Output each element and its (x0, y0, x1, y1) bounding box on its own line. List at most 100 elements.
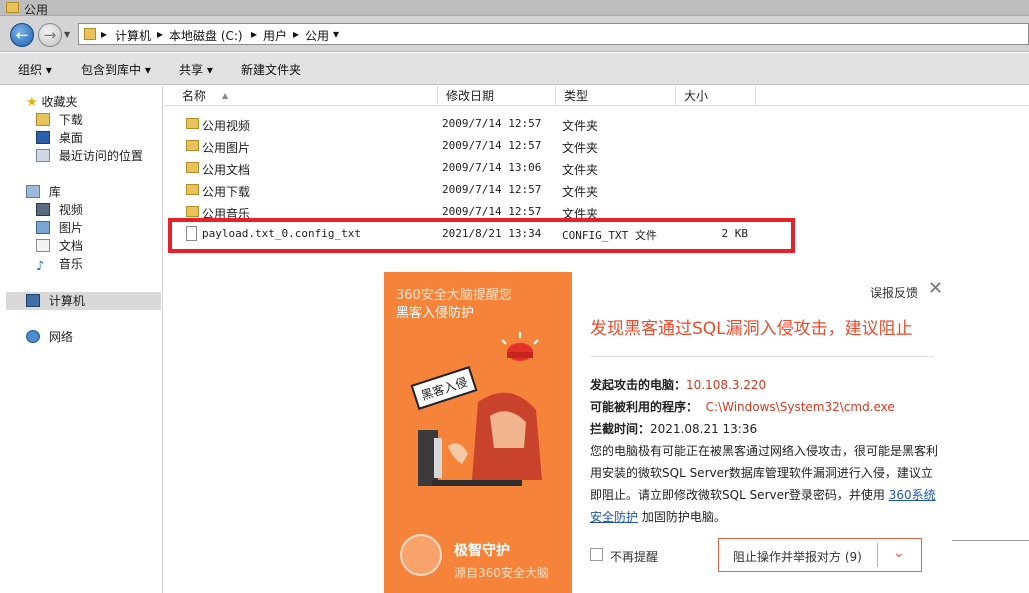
file-date: 2009/7/14 12:57 (442, 205, 542, 218)
nav-pictures[interactable]: 图片 (36, 220, 83, 236)
crumb-separator-icon[interactable]: ▸ (157, 27, 163, 41)
breadcrumb-local-disk[interactable]: 本地磁盘 (C:) (169, 27, 243, 44)
computer-icon (26, 294, 40, 307)
alert-content: 误报反馈 ✕ 发现黑客通过SQL漏洞入侵攻击，建议阻止 发起攻击的电脑：10.1… (572, 272, 952, 593)
nav-network-label: 网络 (48, 330, 73, 344)
music-note-icon: ♪ (36, 259, 45, 274)
close-icon[interactable]: ✕ (928, 278, 943, 299)
attacker-ip: 10.108.3.220 (686, 378, 767, 392)
column-header: 名称 ▲ 修改日期 类型 大小 (164, 86, 1029, 106)
command-toolbar: 组织 ▾ 包含到库中 ▾ 共享 ▾ 新建文件夹 (0, 53, 1029, 85)
list-item[interactable]: 公用下载 2009/7/14 12:57 文件夹 (164, 179, 1029, 201)
breadcrumb-public[interactable]: 公用 (305, 27, 329, 44)
folder-icon (186, 140, 199, 151)
window-titlebar: 公用 (0, 0, 1029, 17)
address-row: ← → ▼ ▸ 计算机 ▸ 本地磁盘 (C:) ▸ 用户 ▸ 公用 ▾ (0, 16, 1029, 52)
nav-videos[interactable]: 视频 (36, 202, 83, 218)
sort-ascending-icon: ▲ (222, 91, 229, 100)
desktop-icon (36, 131, 50, 144)
recent-places-icon (36, 149, 50, 162)
nav-downloads[interactable]: 下载 (36, 112, 83, 128)
nav-desktop[interactable]: 桌面 (36, 130, 83, 146)
hacker-illustration-icon: 黑客入侵 (410, 332, 542, 486)
nav-pictures-label: 图片 (58, 221, 83, 235)
navigation-pane: ★ 收藏夹 下载 桌面 最近访问的位置 库 视频 图片 文档 ♪ 音乐 计算机 … (0, 86, 163, 593)
nav-libraries-label: 库 (48, 185, 61, 199)
nav-music-label: 音乐 (58, 257, 83, 271)
column-name[interactable]: 名称 ▲ (174, 86, 438, 106)
list-item[interactable]: 公用视频 2009/7/14 12:57 文件夹 (164, 113, 1029, 135)
picture-icon (36, 221, 50, 234)
list-item[interactable]: 公用图片 2009/7/14 12:57 文件夹 (164, 135, 1029, 157)
folder-icon (186, 162, 199, 173)
document-icon (36, 239, 50, 252)
block-and-report-button[interactable]: 阻止操作并举报对方 (9) ⌄ (718, 538, 922, 572)
banner-subtitle: 黑客入侵防护 (396, 306, 475, 321)
false-positive-feedback-link[interactable]: 误报反馈 (870, 284, 918, 301)
file-type: 文件夹 (562, 141, 599, 155)
no-remind-checkbox[interactable] (590, 548, 603, 561)
downloads-folder-icon (36, 113, 50, 126)
breadcrumb-users[interactable]: 用户 (263, 27, 287, 44)
button-divider (877, 543, 878, 567)
nav-favorites[interactable]: ★ 收藏夹 (26, 94, 78, 110)
crumb-separator-icon[interactable]: ▸ (101, 27, 107, 41)
nav-network[interactable]: 网络 (26, 329, 73, 345)
program-line: 可能被利用的程序： C:\Windows\System32\cmd.exe (590, 398, 895, 415)
back-button[interactable]: ← (10, 23, 34, 47)
column-size[interactable]: 大小 (676, 86, 756, 106)
file-date: 2009/7/14 12:57 (442, 139, 542, 152)
brand-title: 极智守护 (454, 543, 510, 559)
column-type[interactable]: 类型 (556, 86, 676, 106)
folder-icon (186, 206, 199, 217)
video-icon (36, 203, 50, 216)
attacker-line: 发起攻击的电脑：10.108.3.220 (590, 376, 766, 393)
alert-description: 您的电脑极有可能正在被黑客通过网络入侵攻击，很可能是黑客利用安装的微软SQL S… (590, 440, 940, 528)
include-in-library-button[interactable]: 包含到库中 ▾ (81, 61, 151, 78)
time-value: 2021.08.21 13:36 (650, 422, 758, 436)
nav-music[interactable]: ♪ 音乐 (36, 256, 83, 274)
block-and-report-label: 阻止操作并举报对方 (9) (733, 550, 862, 564)
attacker-label: 发起攻击的电脑： (590, 378, 687, 392)
folder-icon (6, 2, 19, 13)
network-icon (26, 330, 40, 343)
nav-documents[interactable]: 文档 (36, 238, 83, 254)
nav-recent-places[interactable]: 最近访问的位置 (36, 148, 143, 164)
folder-icon (84, 28, 96, 40)
program-path: C:\Windows\System32\cmd.exe (705, 400, 895, 414)
crumb-separator-icon[interactable]: ▸ (293, 27, 299, 41)
chevron-down-icon[interactable]: ⌄ (893, 545, 905, 561)
security-alert-popup: 360安全大脑提醒您 黑客入侵防护 黑客入侵 极智守护 源自360安全大脑 误报… (384, 272, 952, 593)
divider (590, 356, 934, 357)
crumb-separator-icon[interactable]: ▸ (251, 27, 257, 41)
organize-button[interactable]: 组织 ▾ (18, 61, 52, 78)
nav-computer[interactable]: 计算机 (26, 293, 85, 309)
column-modified[interactable]: 修改日期 (438, 86, 556, 106)
nav-libraries[interactable]: 库 (26, 184, 61, 200)
file-name: 公用文档 (202, 163, 251, 177)
nav-downloads-label: 下载 (58, 113, 83, 127)
description-text: 您的电脑极有可能正在被黑客通过网络入侵攻击，很可能是黑客利用安装的微软SQL S… (590, 444, 939, 502)
nav-computer-label: 计算机 (48, 294, 85, 308)
crumb-dropdown-icon[interactable]: ▾ (333, 27, 339, 41)
folder-icon (186, 118, 199, 129)
description-tail: 加固防护电脑。 (638, 510, 726, 524)
nav-favorites-label: 收藏夹 (41, 95, 78, 109)
no-remind-label[interactable]: 不再提醒 (610, 548, 658, 565)
address-bar[interactable]: ▸ 计算机 ▸ 本地磁盘 (C:) ▸ 用户 ▸ 公用 ▾ (78, 23, 1029, 45)
alert-headline: 发现黑客通过SQL漏洞入侵攻击，建议阻止 (590, 319, 913, 339)
list-item[interactable]: 公用文档 2009/7/14 13:06 文件夹 (164, 157, 1029, 179)
new-folder-button[interactable]: 新建文件夹 (241, 61, 301, 78)
nav-recent-label: 最近访问的位置 (58, 149, 143, 163)
folder-icon (186, 184, 199, 195)
file-date: 2009/7/14 12:57 (442, 183, 542, 196)
forward-button[interactable]: → (38, 23, 62, 47)
share-button[interactable]: 共享 ▾ (179, 61, 213, 78)
star-icon: ★ (26, 95, 38, 110)
recent-pages-dropdown-icon[interactable]: ▼ (64, 30, 70, 39)
file-date: 2009/7/14 13:06 (442, 161, 542, 174)
breadcrumb-computer[interactable]: 计算机 (115, 27, 151, 44)
time-label: 拦截时间： (590, 422, 651, 436)
file-name: 公用下载 (202, 185, 251, 199)
highlight-box (168, 218, 795, 253)
